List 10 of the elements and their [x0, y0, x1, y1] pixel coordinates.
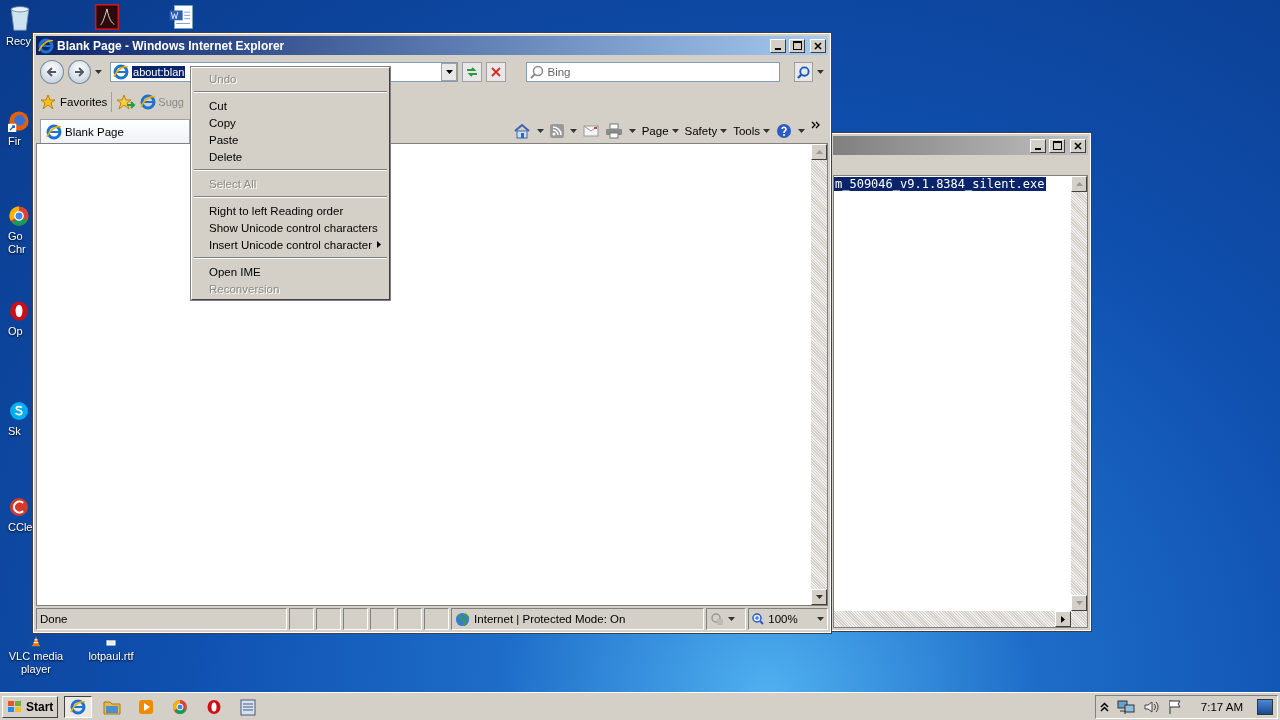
icon-label: lotpaul.rtf [88, 650, 134, 663]
icon-label: Op [8, 325, 23, 338]
status-text: Done [36, 608, 288, 630]
icon-label: VLC media player [8, 650, 64, 676]
icon-label: CCle [8, 521, 33, 534]
icon-label: Go Chr [8, 230, 26, 256]
icon-label: Fir [8, 135, 21, 148]
window-title: Blank Page - Windows Internet Explorer [57, 38, 285, 53]
icon-label: Sk [8, 425, 21, 438]
icon-label: Recy [6, 35, 32, 48]
